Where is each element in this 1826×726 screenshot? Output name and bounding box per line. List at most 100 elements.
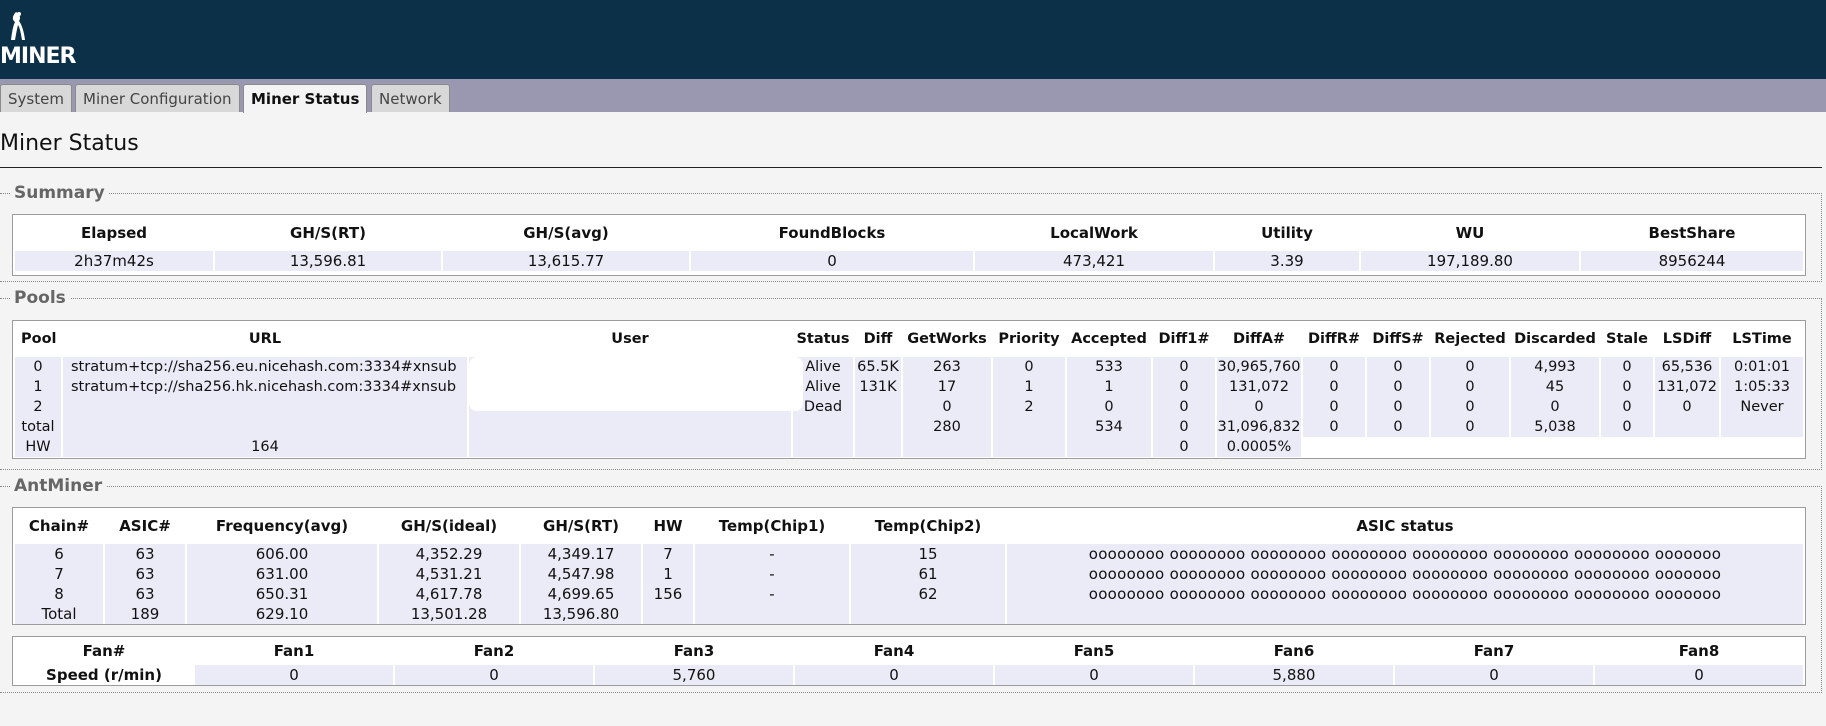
- pool-row-cell: 0: [1367, 397, 1429, 417]
- pool-row-cell: 0: [1153, 377, 1215, 397]
- pools-header: Accepted: [1071, 331, 1147, 347]
- chain-row: 6 63 606.00 4,352.29 4,349.17 7-15 oooooooo oo…: [15, 544, 1803, 564]
- pool-row-cell: [855, 397, 901, 417]
- chain-row-cell: 4,699.65: [521, 584, 641, 604]
- summary-header: Elapsed: [80, 224, 148, 242]
- pool-row: total 280 534 0 31,096,832 0 0 0 5,038 0: [15, 417, 1803, 437]
- summary-header: GH/S(avg): [523, 224, 609, 242]
- pool-row-cell: 0: [903, 397, 991, 417]
- pool-row: 1 stratum+tcp://sha256.hk.nicehash.com:33…: [15, 377, 1803, 397]
- pools-header: LSTime: [1732, 331, 1792, 347]
- pool-row-cell: Never: [1721, 397, 1803, 417]
- chain-row-cell: [643, 604, 693, 624]
- summary-header-row: Elapsed GH/S(RT) GH/S(avg) FoundBlocks L…: [15, 215, 1803, 251]
- summary-bestshare: 8956244: [1581, 251, 1803, 271]
- page-title: Miner Status: [0, 131, 139, 156]
- tab-network[interactable]: Network: [371, 84, 450, 112]
- chain-row-cell: 4,531.21: [379, 564, 519, 584]
- pool-row-cell: 533: [1067, 357, 1151, 377]
- pool-row-cell: stratum+tcp://sha256.eu.nicehash.com:333…: [63, 357, 467, 377]
- chain-row-cell: 4,349.17: [521, 544, 641, 564]
- pools-header: DiffA#: [1232, 331, 1286, 347]
- fans-card: Fan# Fan1 Fan2 Fan3 Fan4 Fan5 Fan6 Fan7 …: [12, 636, 1806, 686]
- user-redaction: [469, 357, 803, 411]
- chain-row-cell: 4,547.98: [521, 564, 641, 584]
- pool-row-cell: 0: [1153, 357, 1215, 377]
- chain-row-cell: 1: [643, 564, 693, 584]
- chain-row-cell: -: [695, 564, 849, 584]
- pool-row-cell: 534: [1067, 417, 1151, 437]
- pool-row-cell: 131,072: [1217, 377, 1301, 397]
- pool-row-cell: 30,965,760: [1217, 357, 1301, 377]
- fans-speed-row: Speed (r/min) 0 0 5,760 0 0 5,880 0 0: [15, 665, 1803, 685]
- pool-row-cell: 0: [1431, 397, 1509, 417]
- pool-row-cell: 2: [15, 397, 61, 417]
- fan-speed-value: 5,760: [595, 665, 793, 685]
- pool-row-cell: [63, 397, 467, 417]
- pools-header: Rejected: [1434, 331, 1506, 347]
- pools-header: URL: [248, 331, 282, 347]
- pool-row-cell: 2: [993, 397, 1065, 417]
- pools-header: DiffS#: [1372, 331, 1424, 347]
- hw-diff1: 0: [1153, 437, 1215, 457]
- chain-row-cell: oooooooo oooooooo oooooooo oooooooo oooo…: [1007, 544, 1803, 564]
- chain-row: Total 189 629.10 13,501.28 13,596.80: [15, 604, 1803, 624]
- pool-row-cell: 0: [1431, 377, 1509, 397]
- fans-header: Fan2: [473, 642, 515, 660]
- pool-row-cell: [63, 417, 467, 437]
- brand-logo: MINER: [0, 8, 80, 72]
- pools-legend: Pools: [14, 288, 66, 308]
- chain-row-cell: 7: [643, 544, 693, 564]
- pool-row-cell: 0: [1067, 397, 1151, 417]
- fan-speed-value: 5,880: [1195, 665, 1393, 685]
- chain-row-cell: 6: [15, 544, 103, 564]
- pool-row-cell: 0: [1153, 397, 1215, 417]
- pools-table: Pool URL User Status Diff GetWorks Prior…: [13, 321, 1805, 457]
- pool-row-cell: 0: [1153, 417, 1215, 437]
- pools-header: Diff1#: [1158, 331, 1210, 347]
- antminer-header: Frequency(avg): [215, 517, 349, 535]
- pools-body: 0 stratum+tcp://sha256.eu.nicehash.com:33…: [15, 357, 1803, 437]
- miner-logo-icon: [11, 12, 25, 40]
- pools-header: Stale: [1606, 331, 1648, 347]
- chain-row: 7 63 631.00 4,531.21 4,547.98 1-61 oooooooo oo…: [15, 564, 1803, 584]
- pool-row-cell: 131K: [855, 377, 901, 397]
- summary-wu: 197,189.80: [1361, 251, 1579, 271]
- antminer-header-row: Chain# ASIC# Frequency(avg) GH/S(ideal) …: [15, 508, 1803, 544]
- summary-card: Elapsed GH/S(RT) GH/S(avg) FoundBlocks L…: [12, 214, 1806, 276]
- chain-row-cell: 62: [851, 584, 1005, 604]
- tab-miner-status[interactable]: Miner Status: [243, 84, 368, 113]
- pool-row-cell: 0: [1601, 377, 1653, 397]
- pool-row-cell: [469, 417, 791, 437]
- pools-header: Status: [796, 331, 850, 347]
- tab-miner-configuration[interactable]: Miner Configuration: [75, 84, 240, 112]
- pool-row: 2 Dead 0 2 0 0 0 0 0 0 0 0 0 Never: [15, 397, 1803, 417]
- chain-row-cell: -: [695, 584, 849, 604]
- tab-bar: System Miner Configuration Miner Status …: [0, 79, 1826, 113]
- title-divider: [0, 167, 1822, 168]
- fan-speed-value: 0: [395, 665, 593, 685]
- summary-header: Utility: [1261, 224, 1313, 242]
- chain-row-cell: Total: [15, 604, 103, 624]
- chain-row-cell: 4,617.78: [379, 584, 519, 604]
- pool-row-cell: [793, 417, 853, 437]
- summary-header: LocalWork: [1050, 224, 1138, 242]
- tab-system[interactable]: System: [0, 84, 72, 112]
- summary-localwork: 473,421: [975, 251, 1213, 271]
- pool-row-cell: [1721, 417, 1803, 437]
- pool-row-cell: 31,096,832: [1217, 417, 1301, 437]
- pool-row-cell: 65,536: [1655, 357, 1719, 377]
- pools-header: GetWorks: [907, 331, 987, 347]
- pools-hw-row: HW 164 0 0.0005%: [15, 437, 1803, 457]
- pools-header: User: [611, 331, 649, 347]
- fan-speed-value: 0: [1595, 665, 1803, 685]
- pool-row-cell: [993, 417, 1065, 437]
- chain-row-cell: 61: [851, 564, 1005, 584]
- fans-header: Fan6: [1273, 642, 1315, 660]
- chain-row-cell: 156: [643, 584, 693, 604]
- chain-row-cell: 189: [105, 604, 185, 624]
- pools-card: Pool URL User Status Diff GetWorks Prior…: [12, 320, 1806, 459]
- pools-header: Pool: [21, 331, 57, 347]
- pool-row-cell: 0: [1431, 417, 1509, 437]
- pool-row-cell: 5,038: [1511, 417, 1599, 437]
